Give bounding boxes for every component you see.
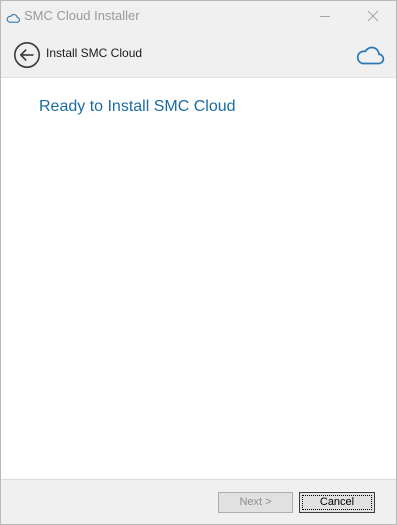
next-button[interactable]: Next > [218,492,293,513]
main-content: Ready to Install SMC Cloud [1,78,396,478]
wizard-footer: Next > Cancel [1,479,396,524]
wizard-header: Install SMC Cloud [1,32,396,78]
cloud-icon [355,44,385,66]
minimize-button[interactable] [302,1,348,32]
cancel-button-label: Cancel [319,496,355,508]
close-icon [367,10,379,22]
close-button[interactable] [350,1,396,32]
back-button[interactable] [13,41,41,69]
back-arrow-icon [14,42,40,68]
minimize-icon [320,16,330,17]
page-heading: Ready to Install SMC Cloud [39,98,236,115]
title-bar[interactable]: SMC Cloud Installer [1,1,396,32]
header-title: Install SMC Cloud [46,46,143,60]
installer-window: SMC Cloud Installer Install SMC Cloud Re… [0,0,397,525]
cloud-icon [6,10,20,23]
next-button-label: Next > [239,496,272,508]
cancel-button[interactable]: Cancel [299,492,375,513]
window-title: SMC Cloud Installer [24,8,140,23]
